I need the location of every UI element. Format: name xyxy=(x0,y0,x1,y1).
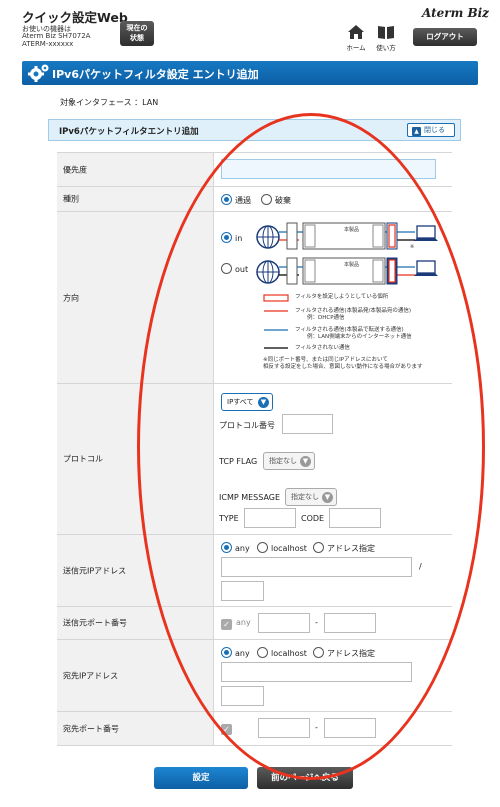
tcp-flag-label: TCP FLAG xyxy=(219,457,258,466)
icmp-code-input[interactable] xyxy=(329,508,381,528)
protocol-number-label: プロトコル番号 xyxy=(219,421,275,430)
icmp-type-label: TYPE xyxy=(219,514,239,523)
protocol-number-input[interactable] xyxy=(282,414,333,434)
priority-row: 優先度 xyxy=(57,153,452,187)
chevron-down-icon: ▼ xyxy=(258,397,269,408)
chevron-down-icon: ▼ xyxy=(300,456,311,467)
protocol-row: プロトコル IPすべて ▼ プロトコル番号 TCP FLAG 指定なし ▼ ICMP… xyxy=(57,384,452,535)
device-model: Aterm Biz SH7072A xyxy=(22,32,91,40)
dst-ip-any-radio[interactable]: any xyxy=(221,647,250,658)
legend-forward-traffic: フィルタされる通信(本製品で転送する通信) xyxy=(295,327,404,333)
dst-port-start-input[interactable] xyxy=(258,718,310,738)
legend-self-traffic: フィルタされる通信(本製品発/本製品宛の通信) xyxy=(295,308,412,314)
legend-unfiltered: フィルタされない通信 xyxy=(295,345,350,351)
dst-ip-address-radio[interactable]: アドレス指定 xyxy=(313,647,375,659)
legend-filter-point: フィルタを設定しようとしている個所 xyxy=(295,294,389,300)
src-port-any-checkbox[interactable]: ✓ any xyxy=(221,618,251,630)
icmp-message-select[interactable]: 指定なし ▼ xyxy=(285,488,337,506)
section-header: IPv6パケットフィルタエントリ追加 ▲ 閉じる xyxy=(48,119,461,141)
src-ip-localhost-radio[interactable]: localhost xyxy=(257,542,307,553)
type-pass-radio[interactable]: 通過 xyxy=(221,194,251,206)
status-button-line2: 状態 xyxy=(130,34,144,42)
home-label: ホーム xyxy=(346,44,366,52)
direction-label: 方向 xyxy=(63,293,79,302)
section-title: IPv6パケットフィルタエントリ追加 xyxy=(59,127,199,137)
chevron-up-icon: ▲ xyxy=(412,127,421,136)
filter-form: 優先度 種別 通過 破棄 方向 in out ※ 本製品 本製品 フィルタを設定… xyxy=(57,152,452,746)
type-label: 種別 xyxy=(63,194,79,204)
src-ip-slash: / xyxy=(419,562,422,571)
src-port-dash: - xyxy=(315,618,318,627)
checkmark-icon: ✓ xyxy=(221,724,232,735)
legend-markers xyxy=(263,294,289,349)
checkmark-icon: ✓ xyxy=(221,619,232,630)
close-section-button[interactable]: ▲ 閉じる xyxy=(407,123,455,137)
laptop-icon xyxy=(414,225,438,241)
close-label: 閉じる xyxy=(424,126,445,134)
src-ip-label: 送信元IPアドレス xyxy=(63,566,127,575)
header: クイック設定Web お使いの機器は Aterm Biz SH7072A ATER… xyxy=(0,0,500,55)
device-label-out: 本製品 xyxy=(344,262,360,268)
set-button[interactable]: 設定 xyxy=(154,767,248,789)
diagram-note-line2: 相反する設定をした場合、意図しない動作になる場合があります xyxy=(263,364,423,370)
usage-button[interactable]: 使い方 xyxy=(374,24,398,52)
dst-ip-row: 宛先IPアドレス any localhost アドレス指定 xyxy=(57,640,452,712)
src-ip-address-input[interactable] xyxy=(221,557,412,577)
back-button[interactable]: 前のページへ戻る xyxy=(257,767,353,789)
gear-icon xyxy=(28,64,49,82)
svg-text:※: ※ xyxy=(410,244,414,250)
direction-in-radio[interactable]: in xyxy=(221,232,242,243)
src-ip-prefix-input[interactable] xyxy=(221,581,264,601)
priority-input[interactable] xyxy=(221,159,436,179)
status-button-line1: 現在の xyxy=(126,24,148,32)
src-port-start-input[interactable] xyxy=(258,613,310,633)
direction-out-radio[interactable]: out xyxy=(221,263,248,274)
dst-port-end-input[interactable] xyxy=(324,718,376,738)
chevron-down-icon: ▼ xyxy=(322,492,333,503)
diagram-note-line1: ※同じポート番号、または同じIPアドレスにおいて xyxy=(263,357,388,363)
src-port-row: 送信元ポート番号 ✓ any - xyxy=(57,607,452,640)
dst-port-dash: - xyxy=(315,723,318,732)
src-ip-address-radio[interactable]: アドレス指定 xyxy=(313,542,375,554)
tcp-flag-select[interactable]: 指定なし ▼ xyxy=(263,452,315,470)
type-row: 種別 通過 破棄 xyxy=(57,187,452,212)
book-icon xyxy=(378,26,394,39)
globe-icon xyxy=(256,225,280,249)
priority-label: 優先度 xyxy=(63,165,87,174)
direction-row: 方向 in out ※ 本製品 本製品 フィルタを設定しようとしている個所 フィ… xyxy=(57,212,452,384)
home-button[interactable]: ホーム xyxy=(345,24,367,52)
current-status-button[interactable]: 現在の 状態 xyxy=(120,21,154,46)
laptop-icon xyxy=(414,260,438,276)
src-ip-row: 送信元IPアドレス any localhost アドレス指定 / xyxy=(57,535,452,607)
page-title: IPv6パケットフィルタ設定 エントリ追加 xyxy=(52,68,259,81)
protocol-select[interactable]: IPすべて ▼ xyxy=(221,393,273,411)
dst-ip-prefix-input[interactable] xyxy=(221,686,264,706)
icmp-type-input[interactable] xyxy=(244,508,296,528)
page-title-bar: IPv6パケットフィルタ設定 エントリ追加 xyxy=(22,61,478,85)
src-port-label: 送信元ポート番号 xyxy=(63,618,127,628)
type-discard-radio[interactable]: 破棄 xyxy=(261,194,291,206)
icmp-message-label: ICMP MESSAGE xyxy=(219,493,281,502)
dst-ip-label: 宛先IPアドレス xyxy=(63,671,119,680)
dst-port-row: 宛先ポート番号 ✓ - xyxy=(57,712,452,746)
legend-self-example: 例：DHCP通信 xyxy=(307,315,345,321)
src-ip-any-radio[interactable]: any xyxy=(221,542,250,553)
icmp-code-label: CODE xyxy=(301,514,325,523)
brand-logo: Aterm Biz xyxy=(422,6,489,20)
dst-ip-localhost-radio[interactable]: localhost xyxy=(257,647,307,658)
dst-port-label: 宛先ポート番号 xyxy=(63,724,119,733)
home-icon xyxy=(348,25,364,39)
globe-icon xyxy=(256,260,280,284)
usage-label: 使い方 xyxy=(376,44,396,52)
protocol-label: プロトコル xyxy=(63,454,103,464)
device-label-in: 本製品 xyxy=(344,227,360,233)
target-interface: 対象インタフェース ：LAN xyxy=(60,98,159,107)
device-name: ATERM-xxxxxx xyxy=(22,40,74,48)
dst-ip-address-input[interactable] xyxy=(221,662,412,682)
legend-forward-example: 例：LAN側端末からのインターネット通信 xyxy=(307,334,412,340)
dst-port-any-checkbox[interactable]: ✓ xyxy=(221,723,236,735)
src-port-end-input[interactable] xyxy=(324,613,376,633)
logout-button[interactable]: ログアウト xyxy=(413,28,477,46)
